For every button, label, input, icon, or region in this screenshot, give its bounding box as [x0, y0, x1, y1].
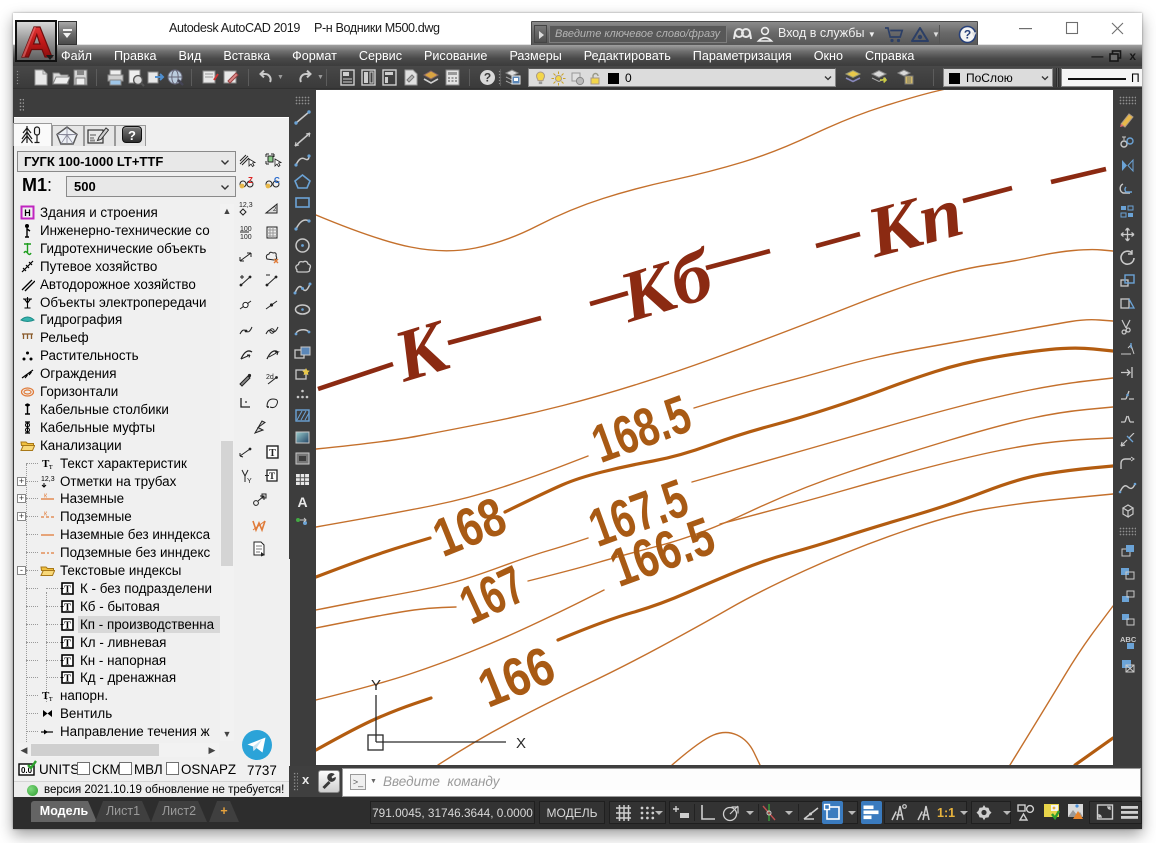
svg-text:100: 100 [240, 234, 252, 241]
svg-text:Y: Y [371, 677, 381, 694]
svg-text:168: 168 [425, 486, 514, 569]
svg-text:ABC: ABC [1120, 635, 1137, 644]
svg-text:Кп: Кп [857, 171, 971, 273]
svg-text:К: К [384, 304, 460, 398]
svg-text:12,3: 12,3 [239, 202, 253, 209]
svg-text:т: т [49, 694, 53, 703]
svg-text:C: C [274, 176, 280, 185]
svg-text:168.5: 168.5 [584, 384, 698, 475]
svg-text:T: T [64, 656, 71, 667]
svg-text:12,3: 12,3 [41, 476, 55, 483]
svg-text:Y: Y [247, 478, 252, 485]
svg-text:Кб: Кб [609, 233, 725, 338]
svg-text:167: 167 [451, 555, 534, 636]
svg-text:166: 166 [470, 635, 563, 719]
svg-text:?: ? [484, 71, 491, 85]
svg-text:H: H [24, 208, 31, 218]
svg-text:T: T [64, 674, 71, 685]
svg-text:X: X [516, 735, 526, 752]
svg-text:T: T [269, 448, 276, 459]
svg-text:T: T [269, 471, 275, 481]
svg-text:T: T [64, 638, 71, 649]
svg-text:A: A [297, 494, 307, 510]
svg-text:T: T [64, 602, 71, 613]
svg-text:T: T [64, 584, 71, 595]
svg-text:Z: Z [248, 176, 253, 185]
svg-text:T: T [64, 620, 71, 631]
svg-text:т: т [49, 462, 53, 471]
